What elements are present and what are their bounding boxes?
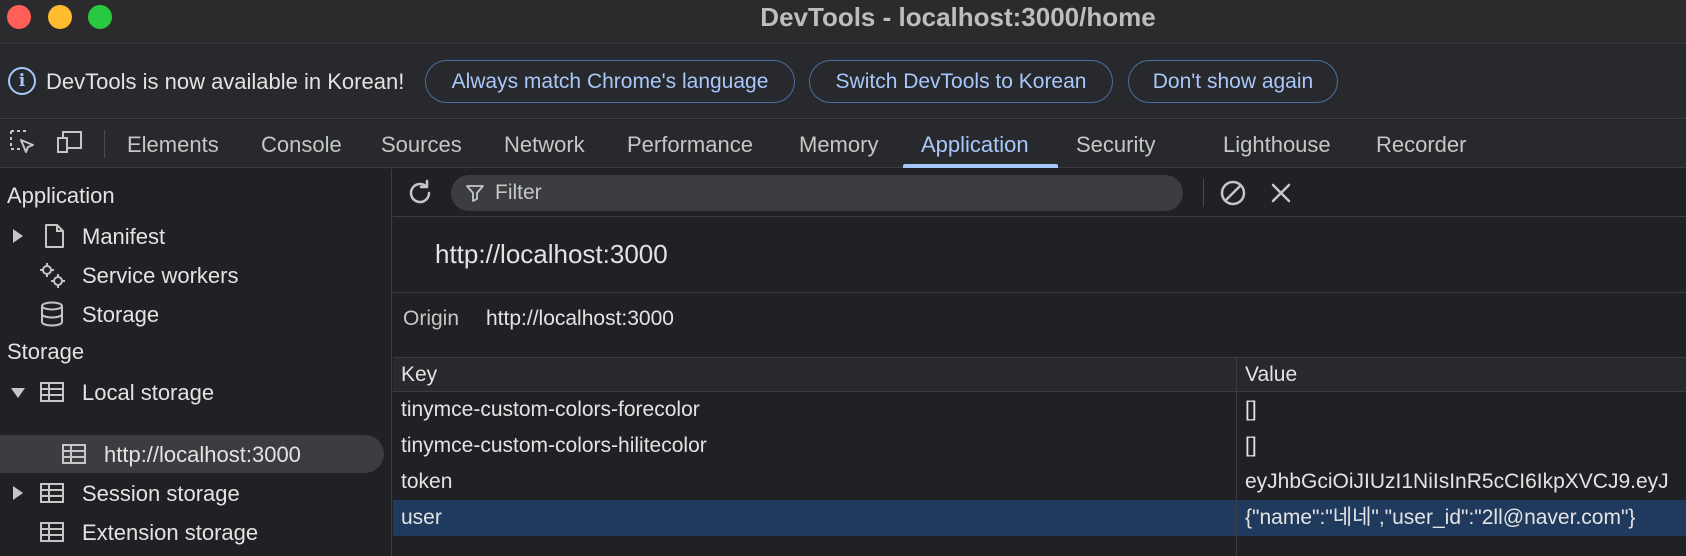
cell-key: tinymce-custom-colors-hilitecolor — [401, 434, 707, 457]
origin-title: http://localhost:3000 — [435, 239, 668, 269]
tab-console[interactable]: Console — [261, 132, 342, 158]
inspect-element-icon[interactable] — [8, 128, 38, 158]
close-icon[interactable] — [1268, 180, 1294, 206]
infobar-message: DevTools is now available in Korean! — [46, 69, 405, 94]
sidebar-item-label: Manifest — [82, 224, 166, 249]
filter-box[interactable] — [451, 175, 1183, 211]
sidebar-item-manifest[interactable]: Manifest — [0, 217, 390, 255]
tab-security[interactable]: Security — [1076, 132, 1155, 158]
sidebar-item-label: Session storage — [82, 481, 240, 506]
tab-lighthouse[interactable]: Lighthouse — [1223, 132, 1331, 158]
sidebar-item-label: Local storage — [82, 380, 215, 405]
dont-show-again-button[interactable]: Don't show again — [1128, 60, 1338, 103]
column-divider[interactable] — [1236, 392, 1237, 556]
sidebar-item-session-storage[interactable]: Session storage — [0, 474, 390, 512]
title-bar: DevTools - localhost:3000/home — [0, 0, 1686, 44]
storage-table: Key Value tinymce-custom-colors-forecolo… — [393, 358, 1686, 556]
tab-elements[interactable]: Elements — [127, 132, 219, 158]
cell-value: [] — [1236, 392, 1686, 428]
sidebar-item-storage[interactable]: Storage — [0, 295, 390, 333]
table-row[interactable]: tinymce-custom-colors-hilitecolor [] — [393, 428, 1686, 464]
cell-key: tinymce-custom-colors-forecolor — [401, 398, 700, 421]
divider — [393, 292, 1686, 293]
tab-recorder[interactable]: Recorder — [1376, 132, 1466, 158]
info-icon: i — [8, 67, 36, 95]
device-toolbar-icon[interactable] — [56, 128, 86, 158]
collapse-arrow-icon[interactable] — [11, 388, 25, 398]
expand-arrow-icon[interactable] — [13, 486, 23, 500]
sidebar-item-service-workers[interactable]: Service workers — [0, 256, 390, 294]
table-icon — [40, 382, 64, 402]
tab-performance[interactable]: Performance — [627, 132, 753, 158]
toolbar-separator — [1203, 179, 1204, 207]
storage-toolbar — [393, 169, 1686, 217]
filter-icon — [466, 185, 484, 202]
cell-value: {"name":"네네","user_id":"2ll@naver.com"} — [1236, 500, 1686, 536]
sidebar-item-local-storage[interactable]: Local storage — [0, 373, 390, 411]
active-tab-indicator — [903, 164, 1058, 168]
column-header-key[interactable]: Key — [393, 358, 1236, 392]
language-infobar: i DevTools is now available in Korean! A… — [0, 45, 1686, 119]
sidebar-header-application: Application — [7, 183, 115, 208]
sidebar-item-extension-storage[interactable]: Extension storage — [0, 513, 390, 551]
database-icon — [41, 301, 63, 327]
sidebar-item-label: Extension storage — [82, 520, 259, 545]
clear-all-icon[interactable] — [1218, 178, 1248, 208]
storage-main-panel: http://localhost:3000 Origin http://loca… — [393, 169, 1686, 556]
tab-separator — [104, 130, 105, 158]
table-row-selected[interactable]: user {"name":"네네","user_id":"2ll@naver.c… — [393, 500, 1686, 536]
gears-icon — [40, 263, 65, 288]
table-icon — [40, 483, 64, 503]
origin-value: http://localhost:3000 — [486, 307, 674, 330]
filter-input[interactable] — [495, 179, 1155, 207]
cell-key: token — [401, 470, 453, 493]
always-match-language-button[interactable]: Always match Chrome's language — [425, 60, 795, 103]
window-title: DevTools - localhost:3000/home — [760, 2, 1156, 32]
document-icon — [45, 224, 64, 248]
sidebar-item-label: http://localhost:3000 — [104, 442, 301, 467]
tab-memory[interactable]: Memory — [799, 132, 878, 158]
table-row[interactable]: token eyJhbGciOiJIUzI1NiIsInR5cCI6IkpXVC… — [393, 464, 1686, 500]
sidebar-item-label: Service workers — [82, 263, 239, 288]
switch-to-korean-button[interactable]: Switch DevTools to Korean — [809, 60, 1113, 103]
application-sidebar: Application Manifest Service workers Sto… — [0, 169, 392, 556]
column-header-value[interactable]: Value — [1236, 358, 1686, 392]
tab-network[interactable]: Network — [504, 132, 585, 158]
refresh-icon[interactable] — [405, 178, 435, 208]
expand-arrow-icon[interactable] — [13, 229, 23, 243]
cell-value: [] — [1236, 428, 1686, 464]
sidebar-item-label: Storage — [82, 302, 160, 327]
table-icon — [40, 522, 64, 542]
table-row[interactable]: tinymce-custom-colors-forecolor [] — [393, 392, 1686, 428]
sidebar-item-local-origin[interactable]: http://localhost:3000 — [0, 435, 390, 473]
cell-value: eyJhbGciOiJIUzI1NiIsInR5cCI6IkpXVCJ9.eyJ — [1236, 464, 1686, 500]
tab-sources[interactable]: Sources — [381, 132, 462, 158]
devtools-tab-bar: Elements Console Sources Network Perform… — [0, 120, 1686, 168]
sidebar-header-storage: Storage — [7, 339, 85, 364]
tab-application[interactable]: Application — [921, 132, 1029, 158]
cell-key: user — [401, 506, 442, 529]
table-icon — [62, 444, 86, 464]
origin-label: Origin — [403, 307, 460, 330]
